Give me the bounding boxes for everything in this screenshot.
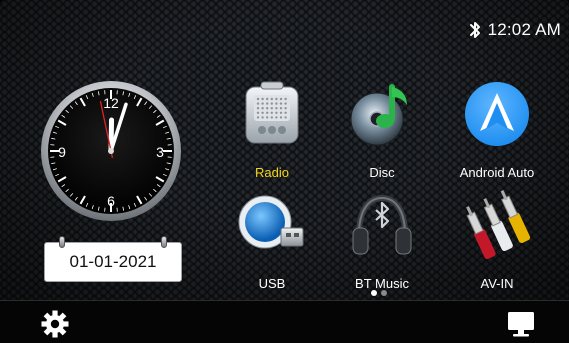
date-text: 01-01-2021 <box>69 252 157 271</box>
status-bar: 12:02 AM <box>468 18 561 42</box>
clock-numeral-3: 3 <box>156 144 164 160</box>
status-time: 12:02 AM <box>487 20 561 39</box>
clock-numeral-9: 9 <box>58 144 66 160</box>
app-disc[interactable]: Disc <box>334 79 430 191</box>
av-in-icon <box>466 190 531 260</box>
clock-hub <box>108 148 114 154</box>
display-icon[interactable] <box>506 310 536 338</box>
analog-clock[interactable]: 12 3 6 9 <box>40 80 182 222</box>
page-indicator[interactable] <box>371 290 387 296</box>
bluetooth-icon <box>469 22 480 38</box>
app-android-auto-label: Android Auto <box>459 165 535 180</box>
app-radio[interactable]: Radio <box>224 79 320 191</box>
page-dot-2[interactable] <box>381 290 387 296</box>
app-bt-music[interactable]: BT Music <box>334 190 430 302</box>
app-av-in-label: AV-IN <box>480 276 514 291</box>
settings-icon[interactable] <box>40 309 70 339</box>
clock-numeral-6: 6 <box>107 193 115 209</box>
bt-music-icon <box>352 194 412 255</box>
page-dot-1[interactable] <box>371 290 377 296</box>
app-usb[interactable]: USB <box>224 190 320 302</box>
bottom-bar <box>0 300 569 343</box>
date-card[interactable]: 01-01-2021 <box>44 236 182 282</box>
date-card-pin-left <box>59 236 65 248</box>
app-android-auto[interactable]: Android Auto <box>449 79 545 191</box>
usb-icon <box>238 195 304 249</box>
radio-icon <box>245 81 299 144</box>
android-auto-icon <box>465 82 529 146</box>
clock-numeral-12: 12 <box>103 95 119 111</box>
app-av-in[interactable]: AV-IN <box>449 190 545 302</box>
date-card-pin-right <box>161 236 167 248</box>
disc-icon <box>350 84 407 146</box>
